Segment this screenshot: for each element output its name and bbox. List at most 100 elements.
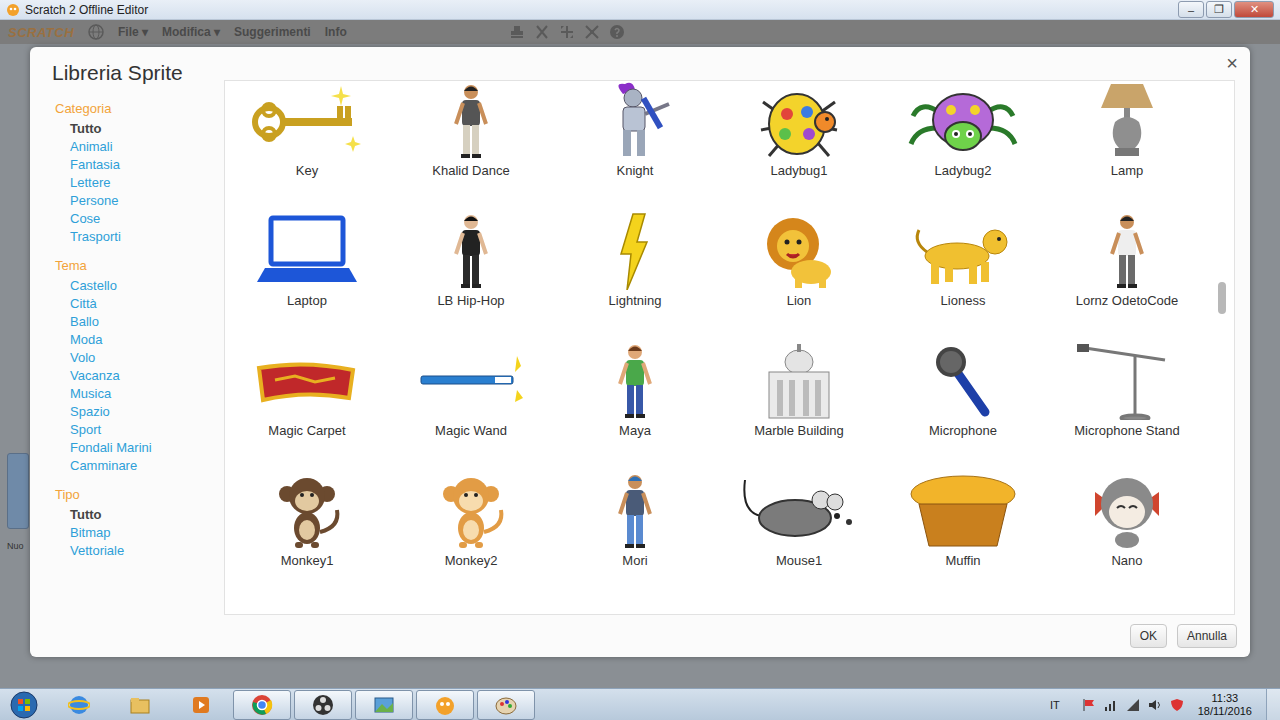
taskbar-app[interactable] [294, 690, 352, 720]
app-icon [495, 694, 517, 716]
close-button[interactable]: × [1222, 50, 1242, 77]
new-sprite-label: Nuo [7, 541, 30, 551]
sprite-item[interactable]: Lion [717, 212, 881, 310]
start-button[interactable] [4, 690, 44, 720]
sprite-item[interactable]: Microphone [881, 342, 1045, 440]
sprite-item[interactable]: Microphone Stand [1045, 342, 1209, 440]
sprite-item[interactable]: Key [225, 82, 389, 180]
filter-item[interactable]: Bitmap [52, 524, 224, 542]
scrollbar-track[interactable] [1216, 85, 1228, 610]
sprite-item[interactable]: Lornz OdetoCode [1045, 212, 1209, 310]
shield-icon[interactable] [1170, 698, 1184, 712]
language-indicator[interactable]: IT [1050, 699, 1060, 711]
taskbar-app[interactable] [111, 690, 169, 720]
sprite-name: LB Hip-Hop [437, 292, 504, 310]
taskbar-app[interactable] [50, 690, 108, 720]
window-controls: –❐✕ [1178, 1, 1280, 18]
network-icon[interactable] [1104, 698, 1118, 712]
sprite-item[interactable]: Marble Building [717, 342, 881, 440]
cut-icon[interactable] [534, 24, 550, 40]
sprite-item[interactable]: Lamp [1045, 82, 1209, 180]
sprite-name: Laptop [287, 292, 327, 310]
help-icon[interactable] [609, 24, 625, 40]
sprite-item[interactable]: Monkey1 [225, 472, 389, 570]
menu-item[interactable]: Info [325, 25, 347, 39]
sprite-item[interactable]: Muffin [881, 472, 1045, 570]
taskbar-app[interactable] [172, 690, 230, 720]
window-control-button[interactable]: – [1178, 1, 1204, 18]
lightning-icon [573, 212, 697, 290]
sprite-item[interactable]: Khalid Dance [389, 82, 553, 180]
filter-item[interactable]: Camminare [52, 457, 224, 475]
filter-item[interactable]: Ballo [52, 313, 224, 331]
sprite-item[interactable]: Nano [1045, 472, 1209, 570]
volume-icon[interactable] [1148, 698, 1162, 712]
menu-item[interactable]: File ▾ [118, 25, 148, 39]
dialog-title: Libreria Sprite [52, 59, 224, 87]
menu-item[interactable]: Suggerimenti [234, 25, 311, 39]
stamp-icon[interactable] [509, 24, 525, 40]
mouse-icon [737, 472, 861, 550]
filter-item[interactable]: Moda [52, 331, 224, 349]
filter-item[interactable]: Vacanza [52, 367, 224, 385]
clock[interactable]: 11:3318/11/2016 [1192, 692, 1258, 718]
app-icon [68, 694, 90, 716]
sprite-item[interactable]: Mouse1 [717, 472, 881, 570]
filter-item[interactable]: Fantasia [52, 156, 224, 174]
window-control-button[interactable]: ✕ [1234, 1, 1274, 18]
filter-item[interactable]: Città [52, 295, 224, 313]
sprite-item[interactable]: Lightning [553, 212, 717, 310]
sprite-name: Microphone Stand [1074, 422, 1180, 440]
mic-stand-icon [1065, 342, 1189, 420]
sprite-item[interactable]: Laptop [225, 212, 389, 310]
filter-item[interactable]: Tutto [52, 120, 224, 138]
filter-item[interactable]: Lettere [52, 174, 224, 192]
window-control-button[interactable]: ❐ [1206, 1, 1232, 18]
filter-item[interactable]: Spazio [52, 403, 224, 421]
signal-icon[interactable] [1126, 698, 1140, 712]
filter-item[interactable]: Trasporti [52, 228, 224, 246]
sprite-item[interactable]: Ladybug2 [881, 82, 1045, 180]
stage-thumbnail[interactable] [7, 453, 29, 529]
menu-bar: SCRATCH File ▾ Modifica ▾ Suggerimenti Info [0, 20, 1280, 44]
lioness-icon [901, 212, 1025, 290]
sprite-item[interactable]: Ladybug1 [717, 82, 881, 180]
filter-item[interactable]: Vettoriale [52, 542, 224, 560]
sprite-item[interactable]: Lioness [881, 212, 1045, 310]
sprite-name: Mouse1 [776, 552, 822, 570]
sprite-name: Monkey2 [445, 552, 498, 570]
filter-item[interactable]: Castello [52, 277, 224, 295]
sprite-item[interactable]: LB Hip-Hop [389, 212, 553, 310]
taskbar-app[interactable] [233, 690, 291, 720]
flag-icon[interactable] [1082, 698, 1096, 712]
filter-item[interactable]: Sport [52, 421, 224, 439]
menu-item[interactable]: Modifica ▾ [162, 25, 220, 39]
sprite-item[interactable]: Knight [553, 82, 717, 180]
sprite-item[interactable]: Magic Wand [389, 342, 553, 440]
shrink-icon[interactable] [584, 24, 600, 40]
carpet-icon [245, 342, 369, 420]
dialog-button[interactable]: OK [1130, 624, 1167, 648]
filter-item[interactable]: Volo [52, 349, 224, 367]
filter-item[interactable]: Persone [52, 192, 224, 210]
filter-heading: Categoria [52, 100, 224, 118]
filter-item[interactable]: Tutto [52, 506, 224, 524]
show-desktop-button[interactable] [1266, 689, 1280, 720]
filter-item[interactable]: Animali [52, 138, 224, 156]
sprite-item[interactable]: Mori [553, 472, 717, 570]
filter-item[interactable]: Musica [52, 385, 224, 403]
filter-item[interactable]: Cose [52, 210, 224, 228]
scratch-logo: SCRATCH [8, 25, 74, 40]
taskbar-app[interactable] [416, 690, 474, 720]
sprite-item[interactable]: Monkey2 [389, 472, 553, 570]
dialog-button[interactable]: Annulla [1177, 624, 1237, 648]
wand-icon [409, 342, 533, 420]
grow-icon[interactable] [559, 24, 575, 40]
globe-icon[interactable] [88, 24, 104, 40]
scrollbar-thumb[interactable] [1218, 282, 1226, 314]
taskbar-app[interactable] [355, 690, 413, 720]
sprite-item[interactable]: Maya [553, 342, 717, 440]
sprite-item[interactable]: Magic Carpet [225, 342, 389, 440]
filter-item[interactable]: Fondali Marini [52, 439, 224, 457]
taskbar-app[interactable] [477, 690, 535, 720]
